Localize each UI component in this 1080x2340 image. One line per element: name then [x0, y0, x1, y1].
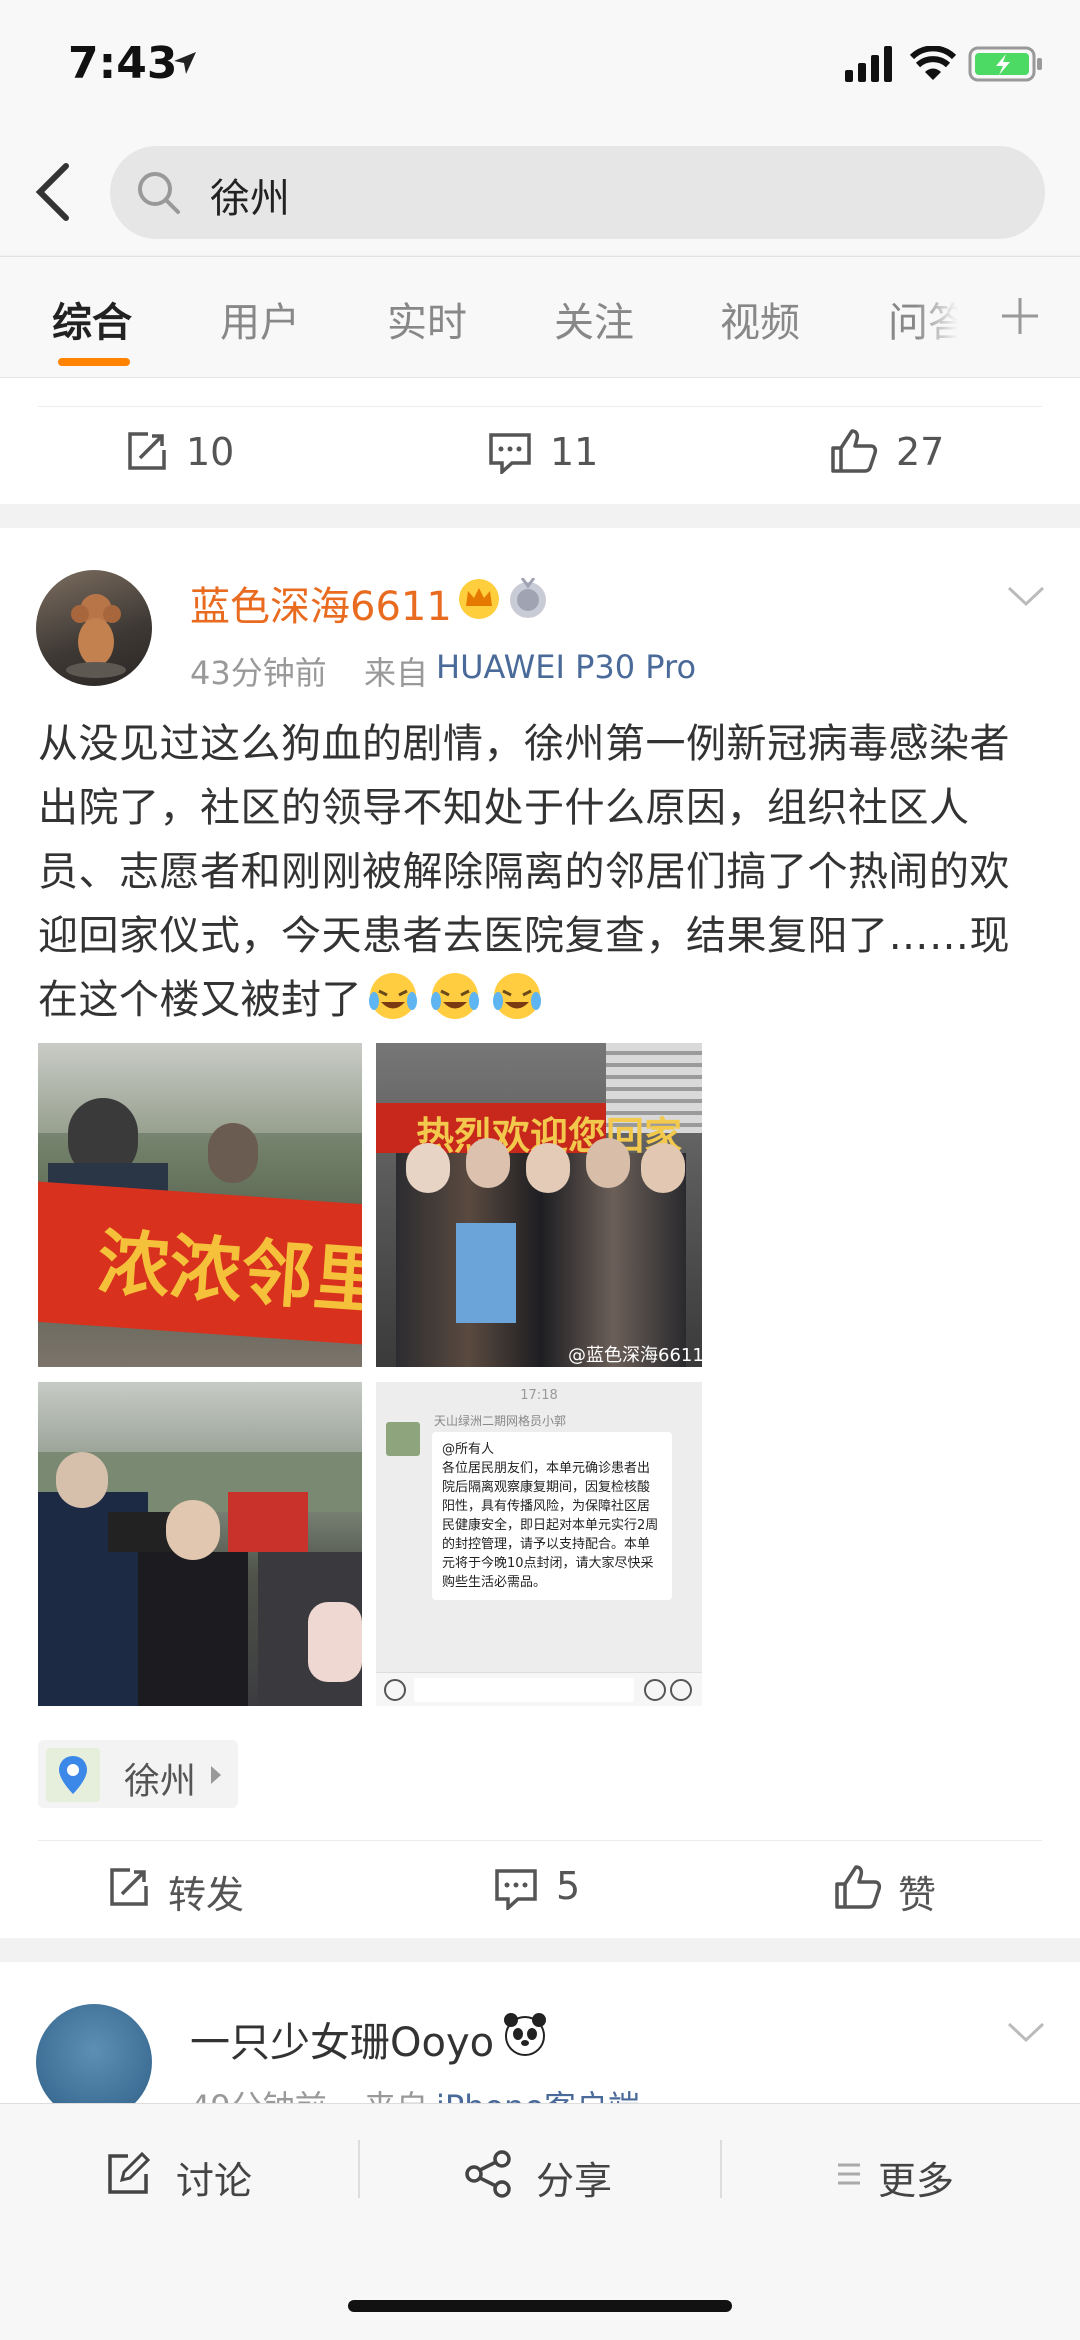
signal-icon [845, 46, 892, 82]
prev-like-count[interactable]: 27 [896, 430, 944, 474]
post-author[interactable]: 蓝色深海6611 [190, 574, 452, 632]
tab-users[interactable]: 用户 [220, 290, 300, 348]
caret-right-icon [211, 1766, 221, 1784]
cry-laugh-emoji-icon [493, 973, 541, 1019]
chat-time: 17:18 [520, 1388, 558, 1403]
more-button[interactable]: 更多 [878, 2150, 954, 2205]
tab-videos[interactable]: 视频 [720, 290, 800, 348]
like-icon [835, 1865, 882, 1909]
post-image-1[interactable]: 浓浓邻里 [38, 1043, 362, 1367]
edit-icon [108, 2152, 150, 2194]
post-image-2[interactable]: 热烈欢迎您回家 @蓝色深海6611 [376, 1043, 702, 1367]
repost-icon [128, 432, 166, 470]
chat-message: @所有人 各位居民朋友们，本单元确诊患者出院后隔离观察康复期间，因复检核酸阳性，… [432, 1432, 672, 1600]
divider [358, 2140, 360, 2198]
next-post-author[interactable]: 一只少女珊Ooyo [190, 2010, 494, 2068]
location-arrow-icon [174, 52, 196, 74]
home-indicator [348, 2300, 732, 2312]
tab-following[interactable]: 关注 [554, 290, 634, 348]
back-icon[interactable] [30, 160, 74, 224]
prev-comment-count[interactable]: 11 [550, 430, 598, 474]
chat-sender: 天山绿洲二期网格员小郭 [434, 1414, 567, 1428]
image-watermark: @蓝色深海6611 [568, 1345, 702, 1366]
like-button[interactable]: 赞 [898, 1864, 936, 1919]
chat-avatar [386, 1422, 420, 1456]
comment-count[interactable]: 5 [556, 1864, 580, 1908]
post-time: 43分钟前 [190, 654, 327, 692]
tab-comprehensive[interactable]: 综合 [52, 290, 132, 348]
post-image-3[interactable] [38, 1382, 362, 1706]
comment-icon [495, 1869, 537, 1910]
divider [38, 406, 1042, 407]
dog-avatar-icon [66, 594, 126, 678]
repost-button[interactable]: 转发 [168, 1864, 244, 1919]
repost-icon [110, 1868, 148, 1906]
discuss-button[interactable]: 讨论 [176, 2150, 252, 2205]
avatar[interactable] [36, 570, 152, 686]
search-query[interactable]: 徐州 [210, 166, 290, 224]
post-image-4-chat-screenshot[interactable]: 17:18 天山绿洲二期网格员小郭 @所有人 各位居民朋友们，本单元确诊患者出院… [376, 1382, 702, 1706]
post-from-label: 来自 [364, 654, 429, 692]
wifi-icon [910, 46, 956, 80]
divider [720, 2140, 722, 2198]
map-pin-icon [46, 1748, 100, 1802]
crown-badge-icon [459, 579, 499, 619]
share-icon [465, 2150, 511, 2198]
add-tab-icon[interactable] [1000, 296, 1040, 336]
tab-realtime[interactable]: 实时 [387, 290, 467, 348]
search-icon [138, 172, 180, 214]
image-banner-text: 浓浓邻里 [94, 1220, 362, 1324]
menu-icon [838, 2163, 860, 2185]
medal-badge-icon [510, 578, 546, 618]
status-time: 7:43 [68, 38, 178, 89]
post-text[interactable]: 从没见过这么狗血的剧情，徐州第一例新冠病毒感染者出院了，社区的领导不知处于什么原… [38, 712, 1048, 1032]
post-device[interactable]: HUAWEI P30 Pro [436, 648, 696, 686]
chevron-down-icon[interactable] [1006, 584, 1046, 608]
battery-icon [968, 46, 1042, 82]
divider [38, 1840, 1042, 1841]
location-label[interactable]: 徐州 [124, 1752, 196, 1804]
cry-laugh-emoji-icon [431, 973, 479, 1019]
comment-icon [489, 433, 531, 474]
panda-emoji-icon [504, 2013, 546, 2056]
share-button[interactable]: 分享 [536, 2150, 612, 2205]
prev-repost-count[interactable]: 10 [186, 430, 234, 474]
emoji-group [362, 973, 548, 1023]
tab-qa-label: 问答 [888, 300, 958, 340]
tab-qa[interactable]: 问答 [888, 290, 958, 340]
like-icon [831, 429, 878, 473]
cry-laugh-emoji-icon [369, 973, 417, 1019]
chevron-down-icon[interactable] [1006, 2020, 1046, 2044]
active-tab-indicator [58, 358, 130, 366]
